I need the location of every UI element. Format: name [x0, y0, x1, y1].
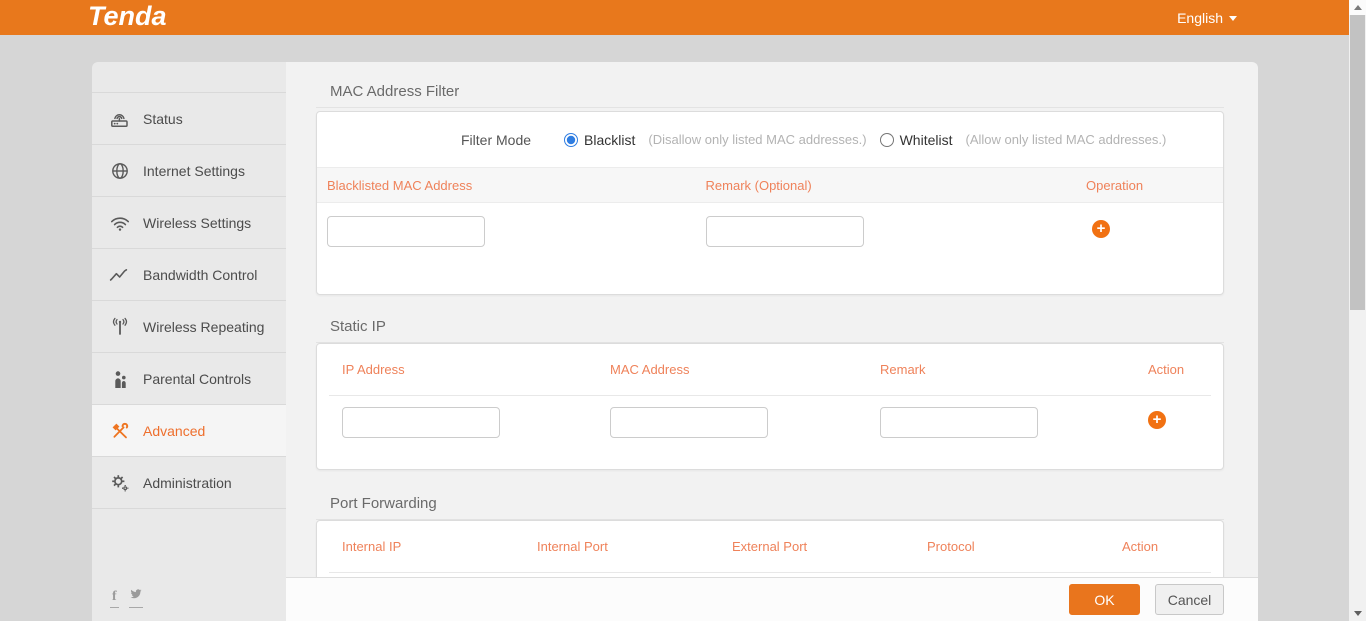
static-ip-table-header: IP Address MAC Address Remark Action [317, 344, 1223, 395]
column-header: Internal IP [342, 539, 537, 554]
column-header: External Port [732, 539, 927, 554]
language-label: English [1177, 10, 1223, 26]
top-bar: Tenda English [0, 0, 1349, 35]
chevron-down-icon [1229, 16, 1237, 21]
mac-filter-card: Filter Mode Blacklist (Disallow only lis… [316, 111, 1224, 295]
repeater-antenna-icon [108, 317, 131, 337]
sidebar-item-administration[interactable]: Administration [92, 457, 286, 509]
divider [329, 572, 1211, 573]
ok-button[interactable]: OK [1069, 584, 1140, 615]
static-ip-address-input[interactable] [342, 407, 500, 438]
parental-icon [108, 369, 131, 389]
filter-mode-label: Filter Mode [461, 132, 531, 148]
blacklist-note: (Disallow only listed MAC addresses.) [648, 132, 866, 147]
sidebar-item-internet-settings[interactable]: Internet Settings [92, 145, 286, 197]
sidebar-item-status[interactable]: Status [92, 93, 286, 145]
whitelist-radio-option[interactable]: Whitelist [880, 132, 953, 148]
port-forwarding-table-header: Internal IP Internal Port External Port … [317, 521, 1223, 572]
sidebar-item-label: Parental Controls [143, 371, 251, 387]
static-ip-card: IP Address MAC Address Remark Action + [316, 343, 1224, 470]
static-ip-remark-input[interactable] [880, 407, 1038, 438]
sidebar-item-label: Internet Settings [143, 163, 245, 179]
sidebar: Status Internet Settings Wireless Settin… [92, 62, 286, 621]
triangle-down-icon [1354, 611, 1362, 616]
whitelist-label: Whitelist [900, 132, 953, 148]
scrollbar-thumb[interactable] [1350, 15, 1365, 310]
sidebar-item-label: Advanced [143, 423, 205, 439]
vertical-scrollbar[interactable] [1349, 0, 1366, 621]
wifi-icon [108, 213, 131, 233]
add-static-ip-row-button[interactable]: + [1148, 411, 1166, 429]
facebook-icon: f [110, 589, 119, 604]
main-panel: MAC Address Filter Filter Mode Blacklist… [286, 62, 1258, 621]
whitelist-note: (Allow only listed MAC addresses.) [965, 132, 1166, 147]
sidebar-item-parental-controls[interactable]: Parental Controls [92, 353, 286, 405]
column-header: Action [1122, 539, 1223, 554]
sidebar-item-label: Status [143, 111, 183, 127]
blacklist-label: Blacklist [584, 132, 635, 148]
column-header: Action [1148, 362, 1223, 377]
cancel-button[interactable]: Cancel [1155, 584, 1224, 615]
blacklist-mac-input[interactable] [327, 216, 485, 247]
add-mac-filter-row-button[interactable]: + [1092, 220, 1110, 238]
mac-filter-section-title: MAC Address Filter [316, 83, 1224, 108]
twitter-icon [129, 588, 143, 600]
language-selector[interactable]: English [1177, 0, 1237, 35]
gears-icon [108, 473, 131, 493]
sidebar-item-label: Administration [143, 475, 232, 491]
scroll-down-button[interactable] [1349, 606, 1366, 621]
whitelist-radio[interactable] [880, 133, 894, 147]
column-header: Remark (Optional) [698, 178, 1079, 193]
sidebar-item-wireless-repeating[interactable]: Wireless Repeating [92, 301, 286, 353]
sidebar-item-bandwidth-control[interactable]: Bandwidth Control [92, 249, 286, 301]
plus-icon: + [1097, 221, 1106, 237]
sidebar-spacer [92, 62, 286, 93]
sidebar-item-advanced[interactable]: Advanced [92, 405, 286, 457]
twitter-link[interactable] [129, 587, 143, 608]
static-ip-mac-input[interactable] [610, 407, 768, 438]
sidebar-item-label: Bandwidth Control [143, 267, 257, 283]
bandwidth-icon [108, 265, 131, 285]
tenda-logo: Tenda [88, 1, 167, 32]
mac-filter-table-header: Blacklisted MAC Address Remark (Optional… [317, 168, 1223, 203]
mac-filter-new-row: + [317, 203, 1223, 247]
column-header: Blacklisted MAC Address [317, 178, 698, 193]
remark-input[interactable] [706, 216, 864, 247]
triangle-up-icon [1354, 5, 1362, 10]
tools-icon [108, 421, 131, 441]
filter-mode-row: Filter Mode Blacklist (Disallow only lis… [317, 112, 1223, 168]
plus-icon: + [1153, 412, 1162, 428]
column-header: Operation [1078, 178, 1223, 193]
footer-action-bar: OK Cancel [286, 577, 1258, 621]
router-icon [108, 109, 131, 129]
column-header: MAC Address [610, 362, 880, 377]
sidebar-item-wireless-settings[interactable]: Wireless Settings [92, 197, 286, 249]
static-ip-section-title: Static IP [316, 318, 1224, 343]
sidebar-item-label: Wireless Repeating [143, 319, 264, 335]
sidebar-item-label: Wireless Settings [143, 215, 251, 231]
blacklist-radio[interactable] [564, 133, 578, 147]
blacklist-radio-option[interactable]: Blacklist [564, 132, 635, 148]
globe-icon [108, 161, 131, 181]
scroll-up-button[interactable] [1349, 0, 1366, 15]
column-header: Protocol [927, 539, 1122, 554]
column-header: Remark [880, 362, 1148, 377]
static-ip-new-row: + [317, 396, 1223, 438]
social-links: f [110, 587, 143, 608]
column-header: IP Address [342, 362, 610, 377]
port-forwarding-section-title: Port Forwarding [316, 495, 1224, 520]
facebook-link[interactable]: f [110, 587, 119, 608]
column-header: Internal Port [537, 539, 732, 554]
